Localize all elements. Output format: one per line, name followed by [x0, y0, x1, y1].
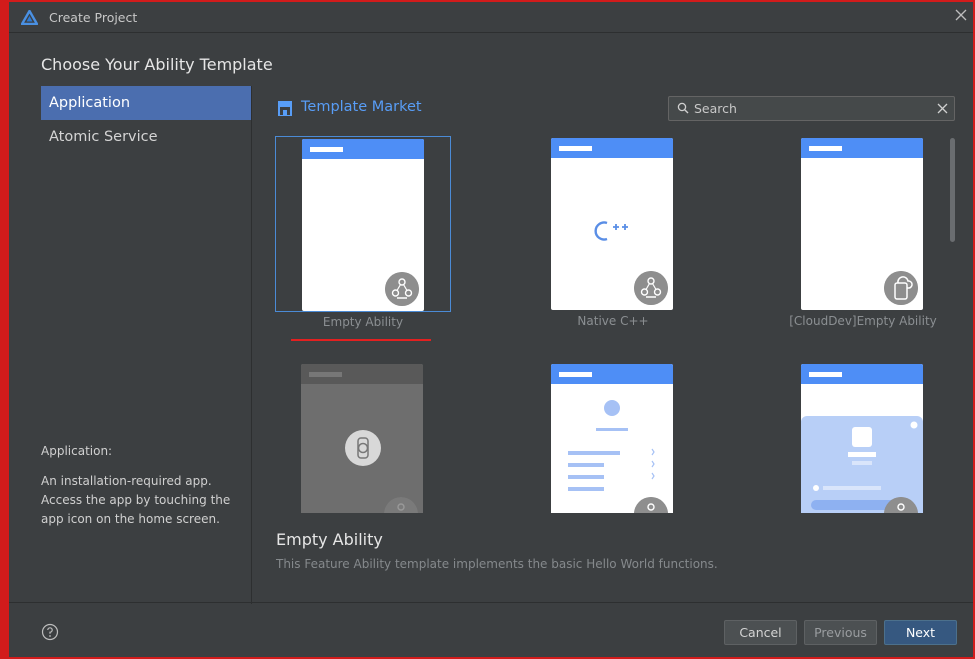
cpp-logo-icon	[594, 221, 628, 241]
template-market-title[interactable]: Template Market	[301, 99, 422, 115]
ability-node-icon	[385, 272, 419, 306]
preview-header-bar	[801, 364, 923, 384]
next-button[interactable]: Next	[884, 620, 957, 645]
close-icon[interactable]	[953, 7, 969, 23]
template-label: [CloudDev]Empty Ability	[789, 314, 937, 328]
cloud-phone-icon	[884, 271, 918, 305]
page-title: Choose Your Ability Template	[41, 55, 273, 74]
template-preview	[301, 364, 423, 513]
template-preview	[801, 138, 923, 310]
search-input[interactable]	[694, 99, 924, 118]
template-card-native-cpp[interactable]: Native C++	[525, 136, 701, 328]
title-bar: Create Project	[9, 2, 973, 33]
category-description-title: Application:	[41, 444, 113, 458]
preview-header-bar	[801, 138, 923, 158]
create-project-dialog: Create Project Choose Your Ability Templ…	[0, 0, 975, 659]
preview-header-bar	[302, 139, 424, 159]
template-preview	[302, 139, 424, 311]
template-label: Native C++	[577, 314, 649, 328]
template-grid-scrollbar[interactable]	[950, 138, 955, 242]
sidebar-item-atomic-service[interactable]: Atomic Service	[41, 120, 251, 154]
search-box	[668, 96, 955, 121]
template-card-service-widget[interactable]	[775, 362, 941, 513]
preview-header-bar	[551, 364, 673, 384]
template-preview	[551, 364, 673, 513]
template-description-title: Empty Ability	[276, 530, 383, 549]
template-preview	[551, 138, 673, 310]
sidebar-item-application[interactable]: Application	[41, 86, 251, 120]
template-description-text: This Feature Ability template implements…	[276, 557, 718, 571]
list-preview-graphic	[568, 400, 655, 491]
template-category-sidebar: Application Atomic Service Application: …	[41, 86, 251, 595]
cancel-button[interactable]: Cancel	[724, 620, 797, 645]
template-label: Empty Ability	[322, 315, 404, 329]
clear-search-icon[interactable]	[936, 102, 949, 115]
template-card-empty-ability[interactable]: Empty Ability	[275, 136, 451, 329]
template-preview	[801, 364, 923, 513]
previous-button[interactable]: Previous	[804, 620, 877, 645]
ability-node-icon	[634, 271, 668, 305]
template-card-clouddev-empty-ability[interactable]: [CloudDev]Empty Ability	[775, 136, 941, 328]
devstudio-logo-icon	[21, 10, 38, 25]
ability-node-icon	[384, 497, 418, 513]
vertical-divider	[251, 86, 252, 604]
watch-icon	[345, 430, 381, 466]
footer-divider	[9, 602, 973, 603]
template-card-list[interactable]	[525, 362, 701, 513]
selection-highlight-underline	[291, 339, 431, 341]
template-grid: Empty Ability Native C++ [CloudDev]Empty…	[275, 136, 941, 513]
window-title: Create Project	[49, 10, 138, 25]
search-icon	[677, 102, 689, 114]
preview-header-bar	[551, 138, 673, 158]
store-icon	[278, 101, 292, 116]
help-icon[interactable]	[41, 623, 59, 641]
category-description: An installation-required app. Access the…	[41, 474, 231, 526]
template-card-wearable[interactable]	[275, 362, 451, 513]
preview-header-bar	[301, 364, 423, 384]
